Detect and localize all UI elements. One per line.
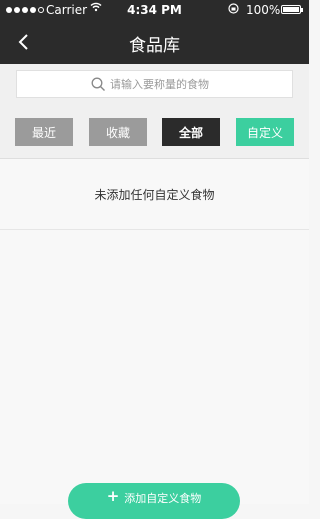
search-icon: [91, 77, 105, 91]
battery-percentage: 100%: [246, 3, 281, 17]
category-tabs: 最近 收藏 全部 自定义: [0, 106, 309, 159]
search-area: [0, 64, 309, 107]
nav-bar: 食品库: [0, 20, 309, 64]
add-custom-food-button[interactable]: + 添加自定义食物: [68, 483, 240, 519]
food-list: 未添加任何自定义食物: [0, 159, 309, 504]
tab-custom[interactable]: 自定义: [236, 118, 294, 146]
tab-recent[interactable]: 最近: [15, 118, 73, 146]
tab-favorites[interactable]: 收藏: [89, 118, 147, 146]
search-box[interactable]: [16, 70, 293, 98]
tab-all[interactable]: 全部: [162, 118, 220, 146]
header: Carrier 4:34 PM 100% 食品库: [0, 0, 309, 64]
battery-icon: [281, 5, 303, 14]
search-input[interactable]: [110, 77, 218, 91]
plus-icon: +: [106, 487, 120, 505]
page-title: 食品库: [129, 36, 180, 56]
empty-state-message: 未添加任何自定义食物: [0, 159, 309, 230]
status-bar: Carrier 4:34 PM 100%: [0, 0, 309, 20]
rotation-lock-icon: [228, 3, 239, 17]
